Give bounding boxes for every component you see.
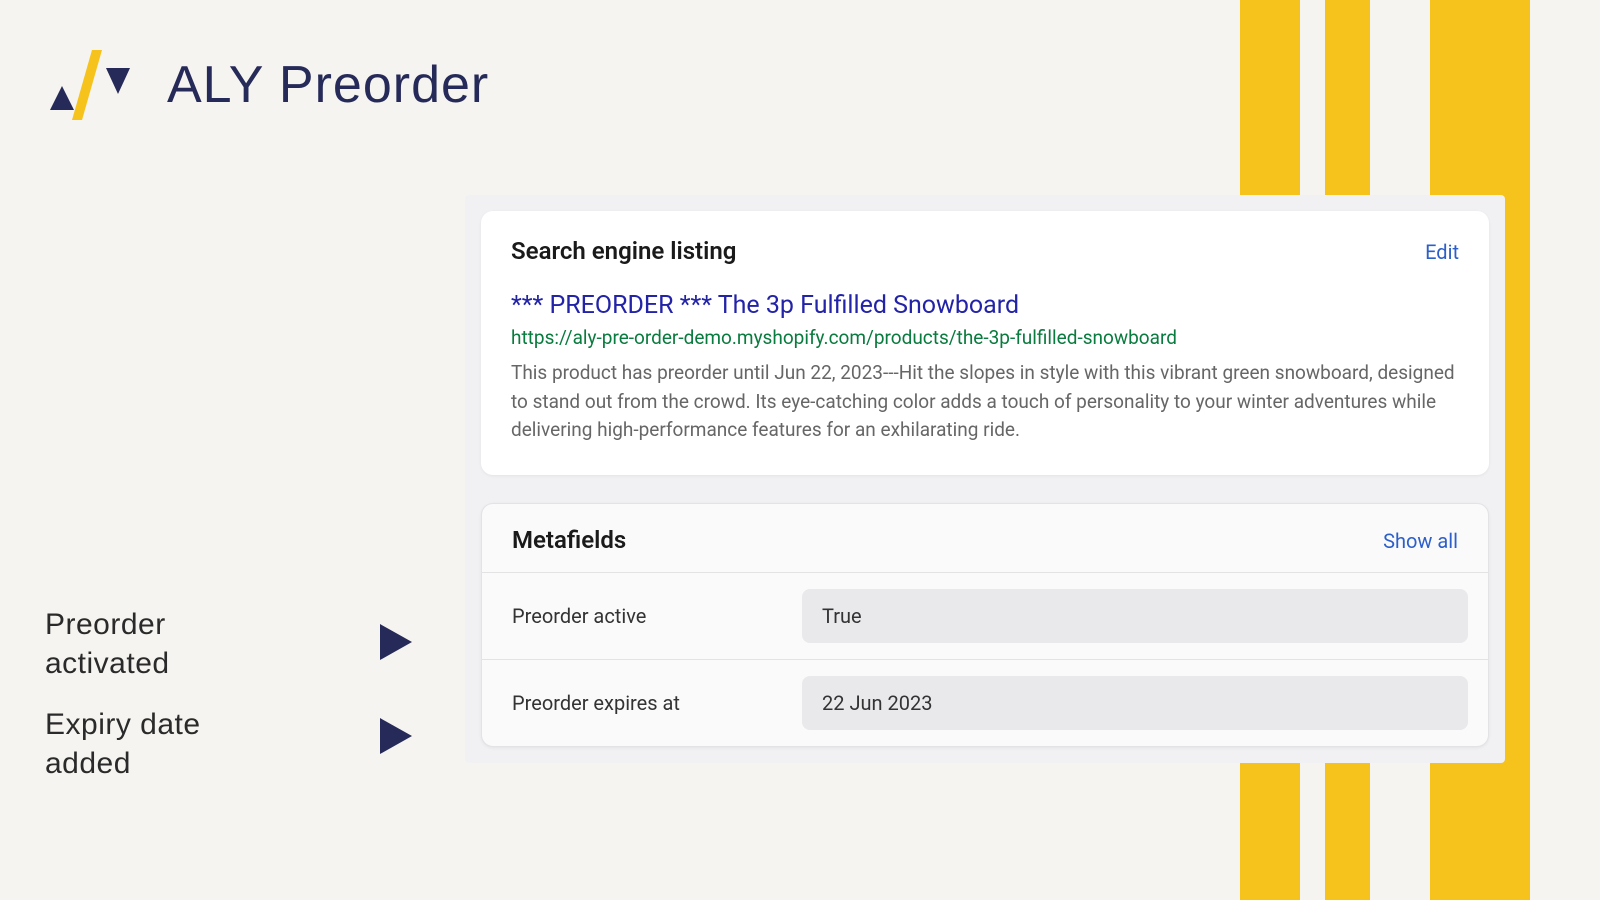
card-header: Search engine listing Edit (511, 237, 1459, 265)
caption-expiry-added: Expiry date added (45, 705, 201, 783)
card-title: Search engine listing (511, 237, 736, 265)
metafield-value[interactable]: True (802, 589, 1468, 643)
search-engine-listing-card: Search engine listing Edit *** PREORDER … (481, 211, 1489, 475)
arrow-icon (380, 718, 412, 754)
arrow-icon (380, 624, 412, 660)
card-title: Metafields (512, 526, 626, 554)
metafield-label: Preorder expires at (502, 691, 802, 715)
metafields-card: Metafields Show all Preorder active True… (481, 503, 1489, 747)
seo-title: *** PREORDER *** The 3p Fulfilled Snowbo… (511, 291, 1459, 320)
main-panel: Search engine listing Edit *** PREORDER … (465, 195, 1505, 763)
seo-description: This product has preorder until Jun 22, … (511, 359, 1459, 445)
app-logo-icon (50, 50, 145, 120)
caption-preorder-activated: Preorder activated (45, 605, 170, 683)
metafield-value[interactable]: 22 Jun 2023 (802, 676, 1468, 730)
seo-url: https://aly-pre-order-demo.myshopify.com… (511, 326, 1459, 349)
metafield-label: Preorder active (502, 604, 802, 628)
metafield-row: Preorder active True (482, 572, 1488, 659)
show-all-link[interactable]: Show all (1383, 529, 1458, 553)
app-title: ALY Preorder (167, 55, 489, 115)
metafield-row: Preorder expires at 22 Jun 2023 (482, 659, 1488, 746)
edit-link[interactable]: Edit (1425, 240, 1459, 264)
app-header: ALY Preorder (50, 50, 489, 120)
card-header: Metafields Show all (482, 504, 1488, 572)
